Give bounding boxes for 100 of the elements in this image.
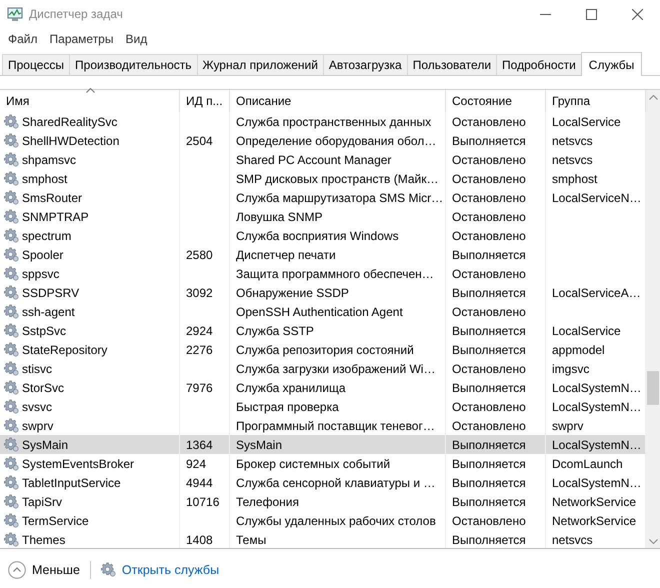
table-row[interactable]: TapiSrv 10716 Телефония Выполняется NetworkService	[0, 492, 646, 511]
table-cell: Themes	[22, 532, 66, 546]
fewer-details-button[interactable]: Меньше	[8, 560, 80, 578]
tab[interactable]: Автозагрузка	[322, 54, 408, 75]
scrollbar[interactable]	[646, 90, 660, 548]
table-row[interactable]: StorSvc 7976 Служба хранилища Выполняется LocalSystemN…	[0, 378, 646, 397]
table-row[interactable]: sppsvc Защита программного обеспечен… Остановлено	[0, 264, 646, 283]
table-row[interactable]: spectrum Служба восприятия Windows Остановлено	[0, 226, 646, 245]
table-cell: StateRepository	[22, 342, 108, 356]
scroll-up-icon[interactable]	[648, 94, 658, 100]
gear-icon	[4, 437, 19, 452]
gear-icon	[4, 475, 19, 490]
table-row[interactable]: SstpSvc 2924 Служба SSTP Выполняется LocalService	[0, 321, 646, 340]
table-cell: Выполняется	[452, 494, 526, 508]
table-cell: Остановлено	[452, 210, 526, 224]
tab[interactable]: Пользователи	[406, 54, 498, 75]
table-cell: LocalService	[552, 324, 621, 338]
table-row[interactable]: SystemEventsBroker 924 Брокер системных событий Выполняется DcomLaunch	[0, 454, 646, 473]
table-row[interactable]: SNMPTRAP Ловушка SNMP Остановлено	[0, 207, 646, 226]
table-row[interactable]: Spooler 2580 Диспетчер печати Выполняется	[0, 245, 646, 264]
table-row[interactable]: ShellHWDetection 2504 Определение оборудования обол… Выполняется netsvcs	[0, 131, 646, 150]
gear-icon	[4, 513, 19, 528]
table-row[interactable]: StateRepository 2276 Служба репозитория состояний Выполняется appmodel	[0, 340, 646, 359]
table-cell: Выполняется	[452, 342, 526, 356]
tab[interactable]: Процессы	[2, 54, 70, 75]
table-cell: Остановлено	[452, 228, 526, 242]
table-cell: SmsRouter	[22, 190, 82, 204]
scroll-down-icon[interactable]	[648, 538, 658, 544]
table-cell: Служба репозитория состояний	[236, 342, 414, 356]
table-row[interactable]: SSDPSRV 3092 Обнаружение SSDP Выполняется LocalServiceA…	[0, 283, 646, 302]
close-icon[interactable]	[632, 8, 642, 20]
table-cell: LocalService	[552, 114, 621, 128]
table-cell: Телефония	[236, 494, 299, 508]
gear-icon	[4, 532, 19, 547]
table-cell: Выполняется	[452, 380, 526, 394]
table-cell: smphost	[22, 172, 68, 186]
table-cell: Обнаружение SSDP	[236, 286, 349, 300]
table-row[interactable]: TabletInputService 4944 Служба сенсорной клавиатуры и … Выполняется LocalSystemN…	[0, 473, 646, 492]
table-row[interactable]: smphost SMP дисковых пространств (Майк… Остановлено smphost	[0, 169, 646, 188]
scrollbar-thumb[interactable]	[647, 371, 659, 405]
table-row[interactable]: stisvc Служба загрузки изображений Wi… Остановлено imgsvc	[0, 359, 646, 378]
table-cell: Ловушка SNMP	[236, 210, 322, 224]
table-cell: 2276	[186, 342, 213, 356]
maximize-icon[interactable]	[586, 8, 596, 20]
tab[interactable]: Производительность	[69, 54, 198, 75]
table-cell: LocalSystemN…	[552, 438, 642, 452]
tab[interactable]: Подробности	[496, 54, 582, 75]
table-cell: Остановлено	[452, 266, 526, 280]
table-row[interactable]: svsvc Быстрая проверка Остановлено LocalSystemN…	[0, 397, 646, 416]
table-cell: swprv	[552, 418, 584, 432]
app-icon	[7, 6, 23, 22]
table-cell: Служба сенсорной клавиатуры и …	[236, 476, 436, 490]
table-cell: Остановлено	[452, 114, 526, 128]
table-cell: LocalSystemN…	[552, 476, 642, 490]
column-header[interactable]: Состояние	[446, 90, 546, 112]
table-cell: 2504	[186, 134, 213, 148]
table-cell: 1408	[186, 532, 213, 546]
table-row[interactable]: SmsRouter Служба маршрутизатора SMS Micr… Остановлено LocalServiceN…	[0, 188, 646, 207]
table-cell: 1364	[186, 438, 213, 452]
table-cell: 7976	[186, 380, 213, 394]
gear-icon	[4, 114, 19, 129]
table-cell: Служба маршрутизатора SMS Micr…	[236, 190, 444, 204]
tab[interactable]: Службы	[580, 52, 642, 76]
table-row[interactable]: SysMain 1364 SysMain Выполняется LocalSystemN…	[0, 435, 646, 454]
table-cell: Выполняется	[452, 476, 526, 490]
table-row[interactable]: TermService Службы удаленных рабочих столов Остановлено NetworkService	[0, 511, 646, 530]
column-header[interactable]: ИД п...	[180, 90, 230, 112]
table-cell: Остановлено	[452, 152, 526, 166]
menu-item[interactable]: Вид	[119, 32, 154, 46]
table-cell: 4944	[186, 476, 213, 490]
tab[interactable]: Журнал приложений	[196, 54, 324, 75]
table-cell: svsvc	[22, 400, 52, 414]
menu-item[interactable]: Файл	[2, 32, 44, 46]
table-cell: SystemEventsBroker	[22, 456, 134, 470]
table-cell: StorSvc	[22, 380, 64, 394]
table-cell: Выполняется	[452, 532, 526, 546]
table-cell: netsvcs	[552, 532, 593, 546]
table-cell: Spooler	[22, 248, 64, 262]
column-header[interactable]: Имя	[0, 90, 180, 112]
table-cell: Служба восприятия Windows	[236, 228, 399, 242]
gear-icon	[4, 171, 19, 186]
table-row[interactable]: Themes 1408 Темы Выполняется netsvcs	[0, 530, 646, 548]
table-cell: Выполняется	[452, 248, 526, 262]
window-title: Диспетчер задач	[29, 7, 124, 21]
table-row[interactable]: ssh-agent OpenSSH Authentication Agent Остановлено	[0, 302, 646, 321]
menu-item[interactable]: Параметры	[44, 32, 120, 46]
open-services-link[interactable]: Открыть службы	[122, 562, 220, 576]
table-cell: Службы удаленных рабочих столов	[236, 514, 436, 528]
gear-icon	[4, 209, 19, 224]
table-cell: Остановлено	[452, 172, 526, 186]
gear-icon	[4, 380, 19, 395]
chevron-up-icon	[8, 560, 26, 578]
table-cell: Выполняется	[452, 456, 526, 470]
table-cell: Остановлено	[452, 514, 526, 528]
table-row[interactable]: SharedRealitySvc Служба пространственных данных Остановлено LocalService	[0, 112, 646, 131]
column-header[interactable]: Описание	[230, 90, 446, 112]
table-cell: Темы	[236, 532, 266, 546]
table-cell: Быстрая проверка	[236, 400, 339, 414]
table-row[interactable]: shpamsvc Shared PC Account Manager Остановлено netsvcs	[0, 150, 646, 169]
table-cell: DcomLaunch	[552, 456, 623, 470]
